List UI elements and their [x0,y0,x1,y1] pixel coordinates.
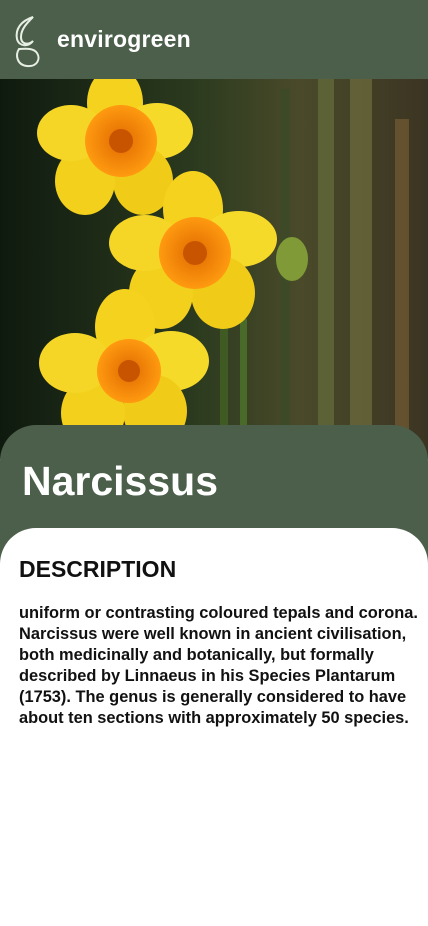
section-heading: DESCRIPTION [19,556,177,582]
description-card: DESCRIPTION uniform or contrasting colou… [0,528,428,926]
brand-name: envirogreen [57,26,191,52]
description-paragraph: Narcissus were well known in ancient civ… [19,625,409,727]
plant-name: Narcissus [22,458,219,504]
hero-image [0,79,428,459]
app-bar: envirogreen [0,0,428,79]
description-paragraph: uniform or contrasting coloured tepals a… [19,604,418,622]
narcissus-photo [0,79,428,459]
description-text: uniform or contrasting coloured tepals a… [19,603,423,729]
leaf-g-logo-icon [15,16,40,68]
